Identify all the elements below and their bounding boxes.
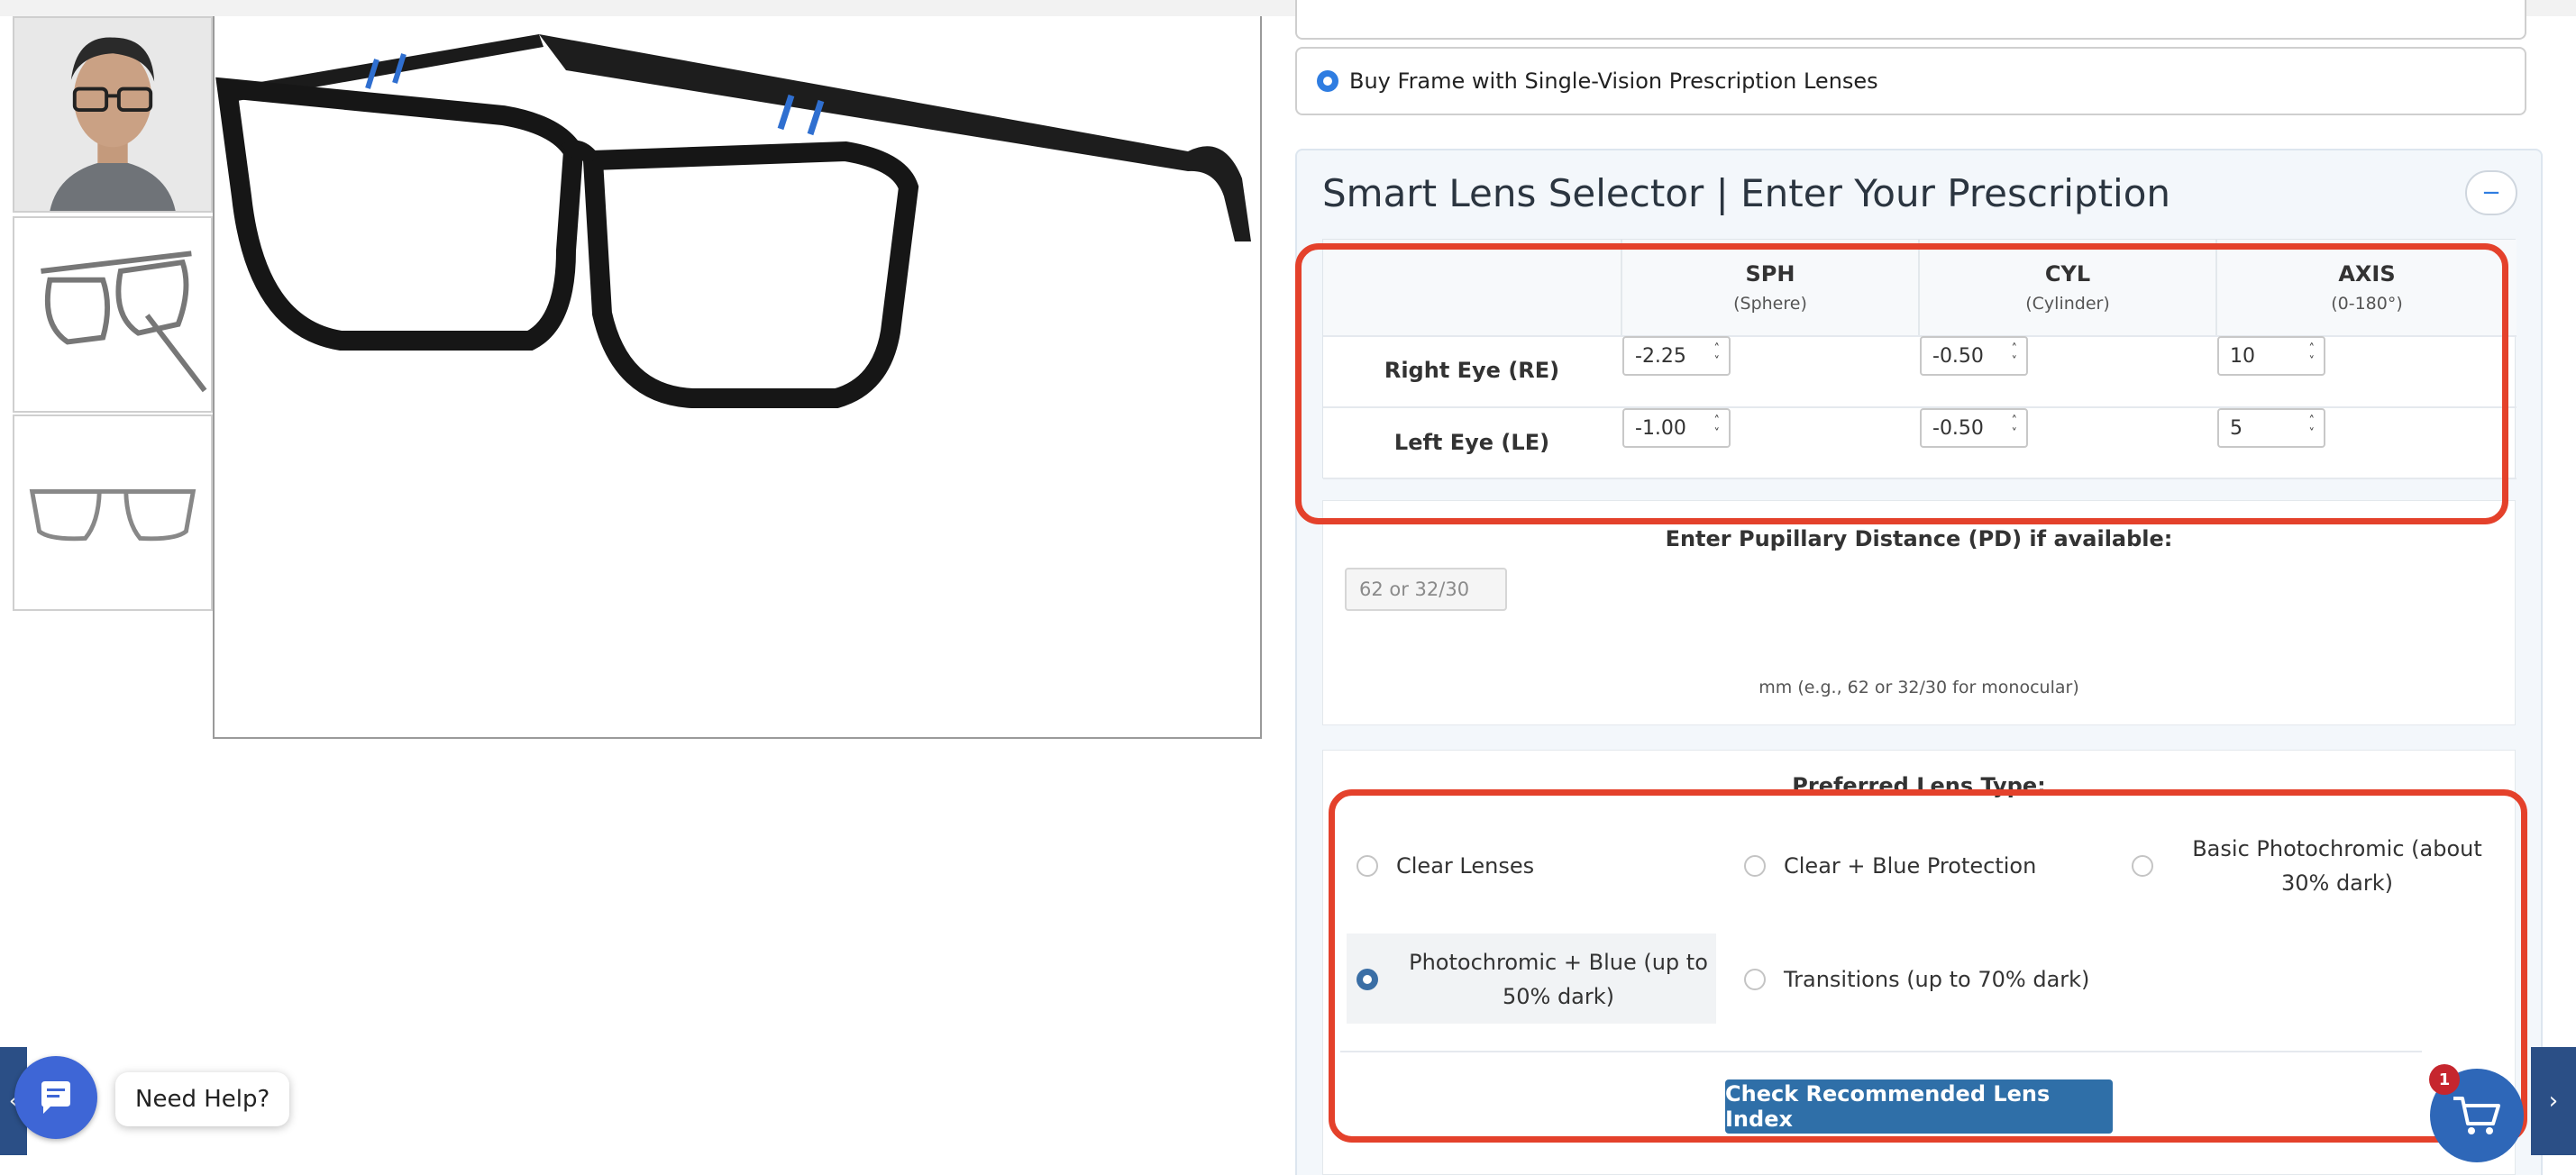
lens-option-clear-blue[interactable]: Clear + Blue Protection	[1744, 849, 2036, 883]
lens-type-heading: Preferred Lens Type:	[1792, 773, 2046, 798]
left-eye-cyl-stepper[interactable]: -0.50 ˄ ˅	[1920, 408, 2028, 448]
thumbnail-model[interactable]	[13, 16, 213, 213]
column-header-sph: SPH (Sphere)	[1621, 240, 1918, 335]
lens-option-transitions[interactable]: Transitions (up to 70% dark)	[1744, 962, 2089, 997]
divider	[1340, 1051, 2422, 1052]
column-header-cyl: CYL (Cylinder)	[1918, 240, 2215, 335]
spinner-arrows-icon[interactable]: ˄ ˅	[1714, 415, 1721, 441]
row-divider	[1323, 478, 2517, 479]
stepper-value: -1.00	[1635, 416, 1686, 440]
spinner-arrows-icon[interactable]: ˄ ˅	[2012, 415, 2018, 441]
purchase-option-frame-only[interactable]	[1295, 0, 2526, 40]
right-eye-axis-stepper[interactable]: 10 ˄ ˅	[2217, 336, 2325, 376]
lens-option-basic-photochromic[interactable]: Basic Photochromic (about 30% dark)	[2132, 832, 2499, 900]
stepper-value: 10	[2230, 344, 2255, 368]
check-recommended-lens-index-button[interactable]: Check Recommended Lens Index	[1725, 1079, 2113, 1134]
left-eye-sph-stepper[interactable]: -1.00 ˄ ˅	[1622, 408, 1731, 448]
prescription-table: SPH (Sphere) CYL (Cylinder) AXIS (0-180°…	[1322, 239, 2517, 479]
glasses-image-icon	[215, 34, 1251, 408]
thumbnail-side[interactable]	[13, 216, 213, 413]
right-eye-sph-stepper[interactable]: -2.25 ˄ ˅	[1622, 336, 1731, 376]
purchase-option-label: Buy Frame with Single-Vision Prescriptio…	[1349, 68, 1878, 94]
column-subtitle: (0-180°)	[2331, 294, 2403, 314]
spinner-arrows-icon[interactable]: ˄ ˅	[2309, 343, 2316, 369]
left-eye-axis-stepper[interactable]: 5 ˄ ˅	[2217, 408, 2325, 448]
column-title: SPH	[1745, 261, 1795, 287]
column-title: CYL	[2044, 261, 2091, 287]
spinner-arrows-icon[interactable]: ˄ ˅	[2012, 343, 2018, 369]
glasses-front-icon	[29, 488, 196, 542]
chevron-right-icon: ›	[2548, 1088, 2559, 1115]
lens-option-label: Clear + Blue Protection	[1784, 853, 2037, 879]
pd-heading: Enter Pupillary Distance (PD) if availab…	[1665, 526, 2173, 551]
spinner-arrows-icon[interactable]: ˄ ˅	[1714, 343, 1721, 369]
lens-option-label: Transitions (up to 70% dark)	[1784, 967, 2090, 992]
right-eye-cyl-stepper[interactable]: -0.50 ˄ ˅	[1920, 336, 2028, 376]
glasses-side-icon	[41, 250, 207, 393]
stepper-value: -0.50	[1932, 344, 1984, 368]
column-subtitle: (Cylinder)	[2025, 294, 2110, 314]
row-label-left-eye: Left Eye (LE)	[1393, 430, 1550, 455]
row-divider	[1323, 406, 2517, 408]
pd-help-text: mm (e.g., 62 or 32/30 for monocular)	[1758, 678, 2079, 697]
product-main-image	[213, 16, 1262, 739]
column-subtitle: (Sphere)	[1733, 294, 1807, 314]
lens-option-label: Photochromic + Blue (up to 50% dark)	[1409, 950, 1708, 1009]
radio-icon[interactable]	[1744, 969, 1766, 990]
radio-icon[interactable]	[1357, 855, 1378, 877]
table-corner-cell	[1323, 240, 1621, 335]
chat-icon	[41, 1081, 70, 1114]
radio-icon[interactable]	[2132, 855, 2153, 877]
stepper-value: -0.50	[1932, 416, 1984, 440]
column-title: AXIS	[2338, 261, 2396, 287]
next-button[interactable]: ›	[2531, 1047, 2576, 1155]
lens-option-label: Clear Lenses	[1396, 853, 1535, 879]
lens-option-label: Basic Photochromic (about 30% dark)	[2192, 836, 2482, 896]
need-help-label[interactable]: Need Help?	[115, 1072, 290, 1126]
column-header-axis: AXIS (0-180°)	[2215, 240, 2517, 335]
cart-count-badge: 1	[2429, 1064, 2460, 1095]
radio-selected-icon[interactable]	[1317, 70, 1338, 92]
purchase-option-single-vision[interactable]: Buy Frame with Single-Vision Prescriptio…	[1295, 47, 2526, 115]
radio-icon[interactable]	[1744, 855, 1766, 877]
panel-title: Smart Lens Selector | Enter Your Prescri…	[1322, 171, 2171, 215]
model-photo-icon	[14, 18, 211, 211]
thumbnail-front[interactable]	[13, 414, 213, 611]
stepper-value: -2.25	[1635, 344, 1686, 368]
spinner-arrows-icon[interactable]: ˄ ˅	[2309, 415, 2316, 441]
lens-option-photochromic-blue[interactable]: Photochromic + Blue (up to 50% dark)	[1357, 945, 1721, 1014]
chat-button[interactable]	[14, 1056, 97, 1139]
radio-selected-icon[interactable]	[1357, 969, 1378, 990]
stepper-value: 5	[2230, 416, 2243, 440]
row-label-right-eye: Right Eye (RE)	[1384, 358, 1560, 383]
pd-input[interactable]: 62 or 32/30	[1345, 568, 1507, 611]
cart-icon	[2453, 1097, 2500, 1134]
lens-option-clear[interactable]: Clear Lenses	[1357, 849, 1534, 883]
collapse-button[interactable]: −	[2465, 170, 2517, 215]
